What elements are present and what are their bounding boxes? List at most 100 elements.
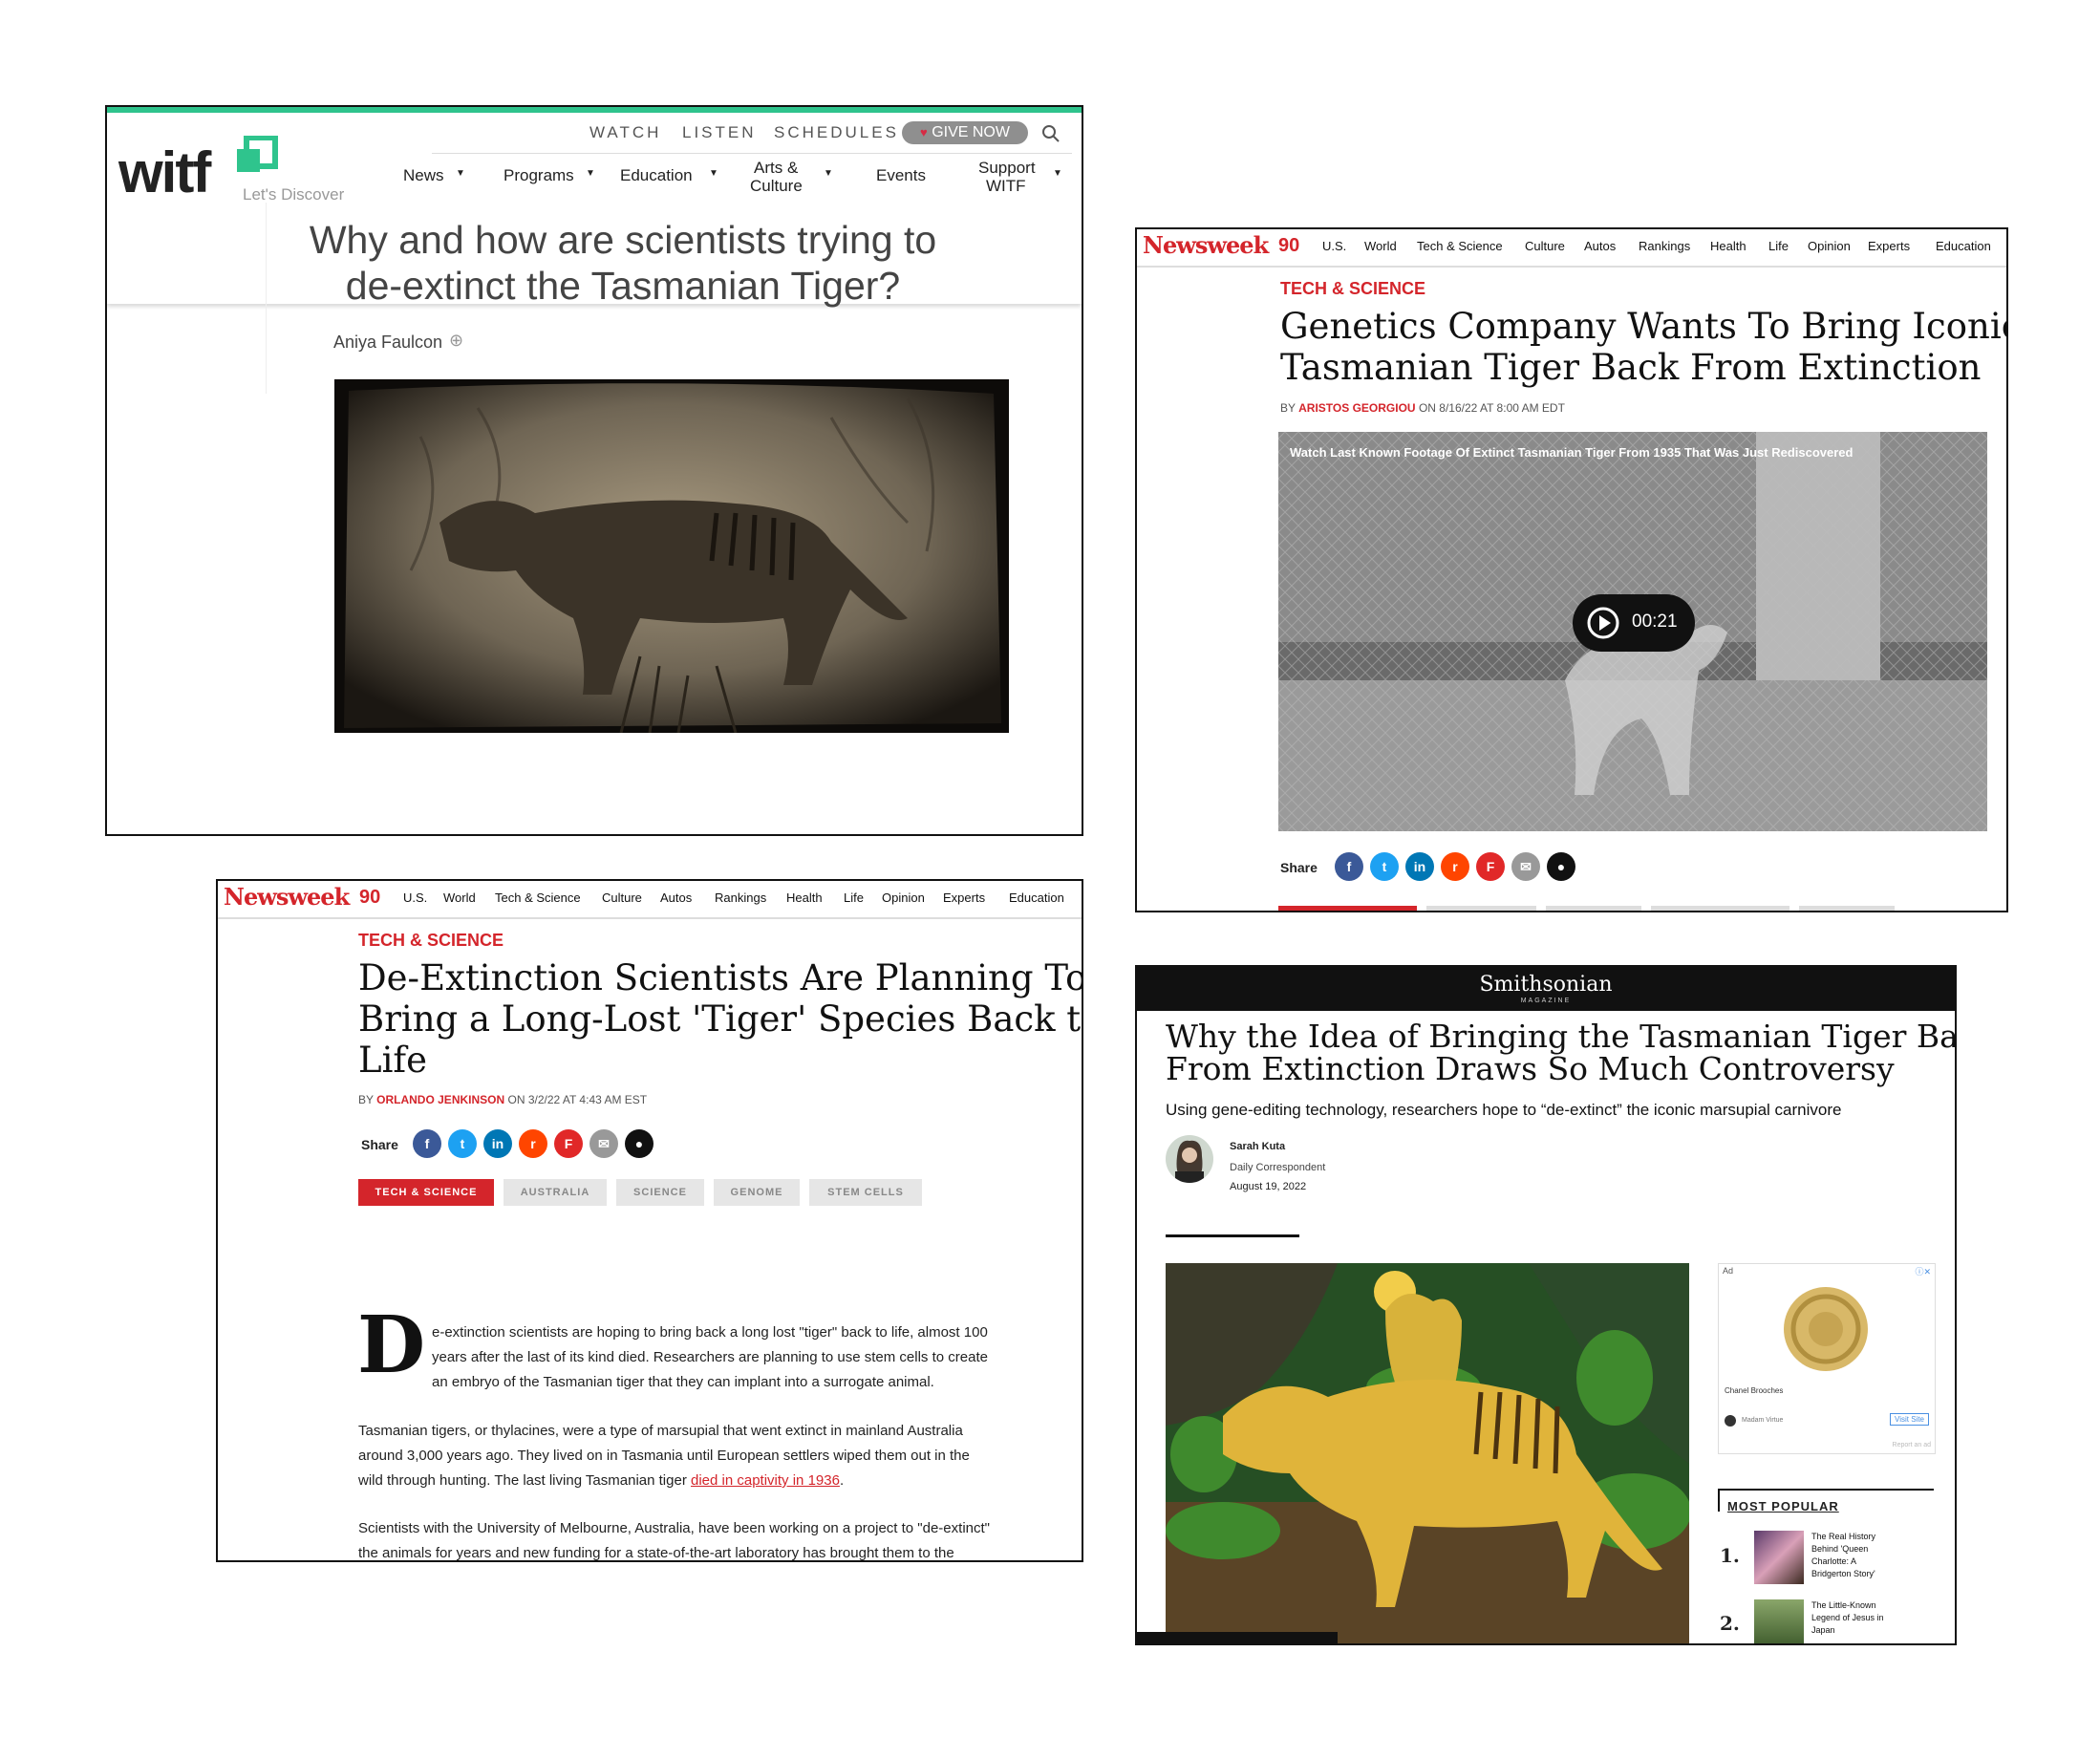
chevron-down-icon: ▼ — [456, 168, 465, 179]
nav-autos[interactable]: Autos — [1584, 239, 1616, 253]
nav-experts[interactable]: Experts — [1868, 239, 1910, 253]
title-line2: Bring a Long-Lost 'Tiger' Species Back t… — [358, 998, 1083, 1040]
witf-nav-listen[interactable]: LISTEN — [682, 123, 757, 142]
witf-menu-news[interactable]: News — [403, 166, 444, 185]
publish-date: August 19, 2022 — [1230, 1181, 1307, 1192]
article-kicker[interactable]: TECH & SCIENCE — [358, 931, 504, 951]
nav-world[interactable]: World — [443, 890, 476, 905]
nav-tech-science[interactable]: Tech & Science — [1417, 239, 1503, 253]
died-in-captivity-link[interactable]: died in captivity in 1936 — [691, 1472, 840, 1489]
ad-visit-button[interactable]: Visit Site — [1890, 1413, 1929, 1426]
popular-line: Japan — [1811, 1625, 1835, 1635]
ad-brand-logo-icon — [1725, 1415, 1736, 1427]
nav-us[interactable]: U.S. — [1322, 239, 1346, 253]
nav-life[interactable]: Life — [844, 890, 864, 905]
witf-menu-support-line1[interactable]: Support — [978, 159, 1036, 178]
ad-choices-icon[interactable]: ⓘ✕ — [1915, 1265, 1931, 1277]
search-icon[interactable] — [1041, 124, 1061, 143]
article-title: Why the Idea of Bringing the Tasmanian T… — [1166, 1020, 1955, 1087]
linkedin-icon[interactable]: in — [483, 1129, 512, 1158]
nav-culture[interactable]: Culture — [602, 890, 642, 905]
avatar[interactable] — [1166, 1135, 1213, 1183]
byline-author[interactable]: ORLANDO JENKINSON — [376, 1093, 504, 1106]
p3-line1: Scientists with the University of Melbou… — [358, 1520, 990, 1536]
nav-opinion[interactable]: Opinion — [1808, 239, 1851, 253]
nav-experts[interactable]: Experts — [943, 890, 985, 905]
byline-author[interactable]: ARISTOS GEORGIOU — [1298, 401, 1415, 415]
drop-cap: D — [357, 1299, 426, 1391]
tag-australia[interactable]: AUSTRALIA — [504, 1179, 607, 1206]
popular-line: The Real History — [1811, 1532, 1876, 1541]
witf-menu-events[interactable]: Events — [876, 166, 926, 185]
byline: BY ORLANDO JENKINSON ON 3/2/22 AT 4:43 A… — [358, 1093, 647, 1106]
popular-item-1[interactable]: The Real History Behind 'Queen Charlotte… — [1811, 1531, 1875, 1580]
reddit-icon[interactable]: r — [1441, 852, 1469, 881]
p2-line2: around 3,000 years ago. They lived on in… — [358, 1448, 970, 1464]
flipboard-icon[interactable]: F — [1476, 852, 1505, 881]
nav-culture[interactable]: Culture — [1525, 239, 1565, 253]
comment-icon[interactable]: ● — [625, 1129, 654, 1158]
tab-bar — [1799, 906, 1895, 911]
video-player[interactable]: Watch Last Known Footage Of Extinct Tasm… — [1278, 432, 1987, 831]
witf-logo[interactable]: witf Let's Discover — [118, 136, 348, 212]
nav-us[interactable]: U.S. — [403, 890, 427, 905]
popular-item-2[interactable]: The Little-Known Legend of Jesus in Japa… — [1811, 1599, 1884, 1637]
paragraph-1: e-extinction scientists are hoping to br… — [432, 1320, 988, 1395]
title-line2: Tasmanian Tiger Back From Extinction — [1280, 347, 1982, 388]
witf-menu-education[interactable]: Education — [620, 166, 693, 185]
video-play-button[interactable]: 00:21 — [1573, 594, 1695, 652]
article-kicker[interactable]: TECH & SCIENCE — [1280, 279, 1425, 299]
tag-science[interactable]: SCIENCE — [616, 1179, 704, 1206]
p2-line3-end: . — [839, 1472, 845, 1489]
tag-stem-cells[interactable]: STEM CELLS — [809, 1179, 922, 1206]
title-line2: From Extinction Draws So Much Controvers… — [1166, 1050, 1895, 1087]
witf-nav-schedules[interactable]: SCHEDULES — [774, 123, 899, 142]
plus-circle-icon[interactable]: ⊕ — [449, 331, 463, 351]
tag-tech-science[interactable]: TECH & SCIENCE — [358, 1179, 494, 1206]
flipboard-icon[interactable]: F — [554, 1129, 583, 1158]
nav-tech-science[interactable]: Tech & Science — [495, 890, 581, 905]
paragraph-3: Scientists with the University of Melbou… — [358, 1516, 990, 1560]
nav-health[interactable]: Health — [786, 890, 823, 905]
comment-icon[interactable]: ● — [1547, 852, 1575, 881]
witf-menu-programs[interactable]: Programs — [504, 166, 574, 185]
witf-menu-arts-line2[interactable]: Culture — [750, 177, 803, 196]
nav-world[interactable]: World — [1364, 239, 1397, 253]
p1-line1: e-extinction scientists are hoping to br… — [432, 1324, 988, 1341]
witf-tagline: Let's Discover — [243, 185, 345, 204]
nav-health[interactable]: Health — [1710, 239, 1746, 253]
witf-author[interactable]: Aniya Faulcon — [333, 333, 442, 353]
ad-report-link[interactable]: Report an ad — [1893, 1442, 1931, 1448]
popular-thumb[interactable] — [1754, 1599, 1804, 1643]
nav-education[interactable]: Education — [1009, 890, 1064, 905]
smithsonian-logo[interactable]: Smithsonian — [1137, 973, 1955, 997]
nav-education[interactable]: Education — [1936, 239, 1991, 253]
give-now-label: GIVE NOW — [932, 124, 1010, 140]
author-photo — [1175, 1140, 1204, 1183]
tag-genome[interactable]: GENOME — [714, 1179, 800, 1206]
newsweek-logo[interactable]: Newsweek — [1143, 231, 1269, 259]
email-icon[interactable]: ✉ — [1511, 852, 1540, 881]
advertisement[interactable]: Ad ⓘ✕ Chanel Brooches Madam Virtue Visit… — [1718, 1263, 1936, 1454]
newsweek-logo[interactable]: Newsweek — [224, 883, 350, 911]
reddit-icon[interactable]: r — [519, 1129, 547, 1158]
linkedin-icon[interactable]: in — [1405, 852, 1434, 881]
facebook-icon[interactable]: f — [413, 1129, 441, 1158]
facebook-icon[interactable]: f — [1335, 852, 1363, 881]
twitter-icon[interactable]: t — [1370, 852, 1399, 881]
popular-thumb[interactable] — [1754, 1531, 1804, 1584]
witf-menu-support-line2[interactable]: WITF — [986, 177, 1026, 196]
witf-nav-watch[interactable]: WATCH — [589, 123, 661, 142]
give-now-button[interactable]: ♥ GIVE NOW — [902, 121, 1028, 144]
email-icon[interactable]: ✉ — [589, 1129, 618, 1158]
nav-autos[interactable]: Autos — [660, 890, 692, 905]
nav-life[interactable]: Life — [1768, 239, 1789, 253]
author-name[interactable]: Sarah Kuta — [1230, 1141, 1285, 1152]
twitter-icon[interactable]: t — [448, 1129, 477, 1158]
nav-opinion[interactable]: Opinion — [882, 890, 925, 905]
chevron-down-icon: ▼ — [709, 168, 718, 179]
nav-rankings[interactable]: Rankings — [715, 890, 766, 905]
nav-rankings[interactable]: Rankings — [1639, 239, 1690, 253]
witf-menu-arts-line1[interactable]: Arts & — [754, 159, 798, 178]
tab-bar — [1651, 906, 1789, 911]
